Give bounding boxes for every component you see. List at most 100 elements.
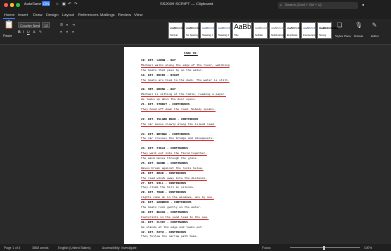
script-line: Michael walks along the edge of the rive… <box>141 63 230 67</box>
editor-icon[interactable]: ✎ <box>372 23 377 29</box>
page-count[interactable]: Page 1 of 4 <box>4 246 20 250</box>
script-line: The wind moves through the grass. <box>141 157 199 160</box>
scene-heading: 28. EXT. TOWN - CONTINUOUS <box>141 191 187 195</box>
search-icon: ⌕ <box>280 3 283 7</box>
highlight-icon[interactable]: ✎ <box>39 30 42 34</box>
styles-pane-label: Styles Pane <box>335 34 352 38</box>
scene-heading: 19. EXT. DOCKS - NIGHT <box>141 73 180 77</box>
zoom-window-button[interactable] <box>16 3 20 7</box>
scene-heading: 31. EXT. CLIFF - CONTINUOUS <box>141 220 188 224</box>
font-name-value: Courier New <box>20 23 40 28</box>
ribbon-tabs: Home Insert Draw Design Layout Reference… <box>0 10 391 29</box>
scene-heading: 24. EXT. FIELD - CONTINUOUS <box>141 147 188 151</box>
zoom-slider[interactable] <box>290 247 360 248</box>
word-count[interactable]: 3668 words <box>32 246 48 250</box>
script-line: He looks up when the door opens. <box>141 98 197 102</box>
tab-draw[interactable]: Draw <box>33 12 42 17</box>
script-line: Footprints in the sand lead to the sea. <box>141 215 209 219</box>
home-icon[interactable]: ⌂ <box>56 2 58 6</box>
tab-layout[interactable]: Layout <box>62 12 74 17</box>
document-page[interactable]: FADE IN: 18. EXT. LARAB - DAY Michael wal… <box>124 47 259 244</box>
status-bar: Page 1 of 4 3668 words English (United S… <box>0 244 391 251</box>
scene-heading: 30. EXT. BEACH - CONTINUOUS <box>141 210 188 214</box>
tab-home[interactable]: Home <box>4 12 15 17</box>
style-subtitle[interactable]: AaBbCcDdEe Subtitle <box>253 22 274 39</box>
script-line: They climb the hill in silence. <box>141 186 195 190</box>
style-emphasis[interactable]: AaBbCcDdEe Emphasis <box>285 22 306 39</box>
language-indicator[interactable]: English (United States) <box>58 246 91 250</box>
scene-heading: 25. EXT. SHORE - CONTINUOUS <box>141 161 188 165</box>
italic-button[interactable]: I <box>23 30 24 34</box>
indent-icon[interactable]: ⇥ <box>72 23 75 27</box>
font-color-icon[interactable]: A <box>33 30 35 34</box>
close-window-button[interactable] <box>4 3 8 7</box>
save-icon[interactable]: ▣ <box>62 2 66 6</box>
zoom-level[interactable]: 100% <box>364 246 372 250</box>
autosave-label: AutoSave <box>24 1 42 6</box>
document-title: FADE IN: <box>184 52 198 55</box>
redo-icon[interactable]: ↷ <box>74 2 77 6</box>
style-title[interactable]: AaBb Title <box>232 22 252 39</box>
style-no-spacing[interactable]: AaBbCcDdEe No Spacing <box>184 22 205 39</box>
tab-design[interactable]: Design <box>46 12 58 17</box>
bold-button[interactable]: B <box>18 30 21 34</box>
font-size-select[interactable]: 12 <box>42 22 50 28</box>
search-placeholder: Search (Cmd + Ctrl + U) <box>285 3 322 7</box>
tab-view[interactable]: View <box>134 12 143 17</box>
align-left-icon[interactable]: ≡ <box>60 30 62 34</box>
script-line: Lights come on in the windows, one by on… <box>141 196 214 200</box>
styles-pane-icon[interactable]: ❏ <box>337 23 342 29</box>
tab-mailings[interactable]: Mailings <box>100 12 115 17</box>
scene-heading: 26. EXT. ROAD - CONTINUOUS <box>141 171 187 175</box>
tab-references[interactable]: References <box>78 12 98 17</box>
style-intense-emphasis[interactable]: AaBbCcDdEe Intense Emph. <box>301 22 322 39</box>
tab-insert[interactable]: Insert <box>18 12 28 17</box>
minimize-window-button[interactable] <box>10 3 14 7</box>
style-heading-2[interactable]: AaBbCcDd Heading 2 <box>216 22 233 39</box>
scene-heading: 22. EXT. ISLAND ROAD - CONTINUOUS <box>141 117 199 121</box>
undo-icon[interactable]: ↶ <box>68 2 71 6</box>
align-right-icon[interactable]: ≡ <box>72 30 74 34</box>
scene-heading: 27. EXT. HILL - CONTINUOUS <box>141 181 187 185</box>
dictate-icon[interactable]: 🎙 <box>355 23 363 29</box>
script-line: The boats are tied to the dock. The wate… <box>141 78 230 82</box>
script-line: Michael is sitting at the table, reading… <box>141 93 226 97</box>
font-size-value: 12 <box>44 23 48 28</box>
paste-icon[interactable]: 📋 <box>4 21 14 29</box>
script-line: They head off down the road. Nobody spea… <box>141 108 216 111</box>
document-canvas: FADE IN: 18. EXT. LARAB - DAY Michael wal… <box>0 45 391 244</box>
script-line: Waves break against the rocks below. <box>141 166 204 170</box>
script-line: The car moves slowly along the island ro… <box>141 122 216 126</box>
scene-heading: 18. EXT. LARAB - DAY <box>141 59 176 62</box>
paste-label: Paste <box>3 34 13 38</box>
accessibility-status[interactable]: Accessibility: Investigate <box>102 246 137 250</box>
style-heading-1[interactable]: AaBbCcDc Heading 1 <box>200 22 217 39</box>
document-title: SS2009 SCRIPT — Clipboard <box>160 1 214 6</box>
script-line: The car crosses the bridge and disappear… <box>141 137 214 141</box>
script-line: He stands at the edge and looks out. <box>141 225 204 229</box>
tab-review[interactable]: Review <box>118 12 131 17</box>
scene-heading: 29. EXT. HARBOUR - CONTINUOUS <box>141 201 192 205</box>
style-normal[interactable]: AaBbCcDdEe Normal <box>168 22 189 39</box>
autosave-toggle[interactable]: ON <box>42 1 50 6</box>
script-line: the boats that pass by on the water. <box>141 68 204 72</box>
numbering-icon[interactable]: ≡ <box>66 23 68 27</box>
dictate-label: Dictate <box>354 34 364 38</box>
script-line: They follow the narrow path home. <box>141 235 199 239</box>
search-box[interactable]: ⌕ Search (Cmd + Ctrl + U) <box>278 1 358 9</box>
scene-heading: 20. INT. HOUSE - DAY <box>141 88 176 92</box>
align-center-icon[interactable]: ≡ <box>66 30 68 34</box>
underline-button[interactable]: U <box>27 30 30 34</box>
scene-heading: 21. EXT. STREET - CONTINUOUS <box>141 103 190 107</box>
zoom-slider-thumb[interactable] <box>323 245 325 250</box>
ribbon-toolbar: 📋 Paste Courier New 12 B I U A ✎ ☰ ≡ ⇥ ≡… <box>0 19 391 45</box>
focus-button[interactable]: Focus <box>262 246 271 250</box>
script-line: The road winds away into the distance. <box>141 176 207 180</box>
style-strong[interactable]: AaBbCcDdEe Strong <box>317 22 338 39</box>
script-line: The boats rock gently on the water. <box>141 206 202 209</box>
scene-heading: 23. EXT. BRIDGE - CONTINUOUS <box>141 132 190 136</box>
font-name-select[interactable]: Courier New <box>18 22 40 28</box>
bullets-icon[interactable]: ☰ <box>60 23 63 27</box>
account-icon[interactable]: ● <box>362 3 364 7</box>
style-subtle-emphasis[interactable]: AaBbCcDdEe Subtle Emph. <box>269 22 290 39</box>
